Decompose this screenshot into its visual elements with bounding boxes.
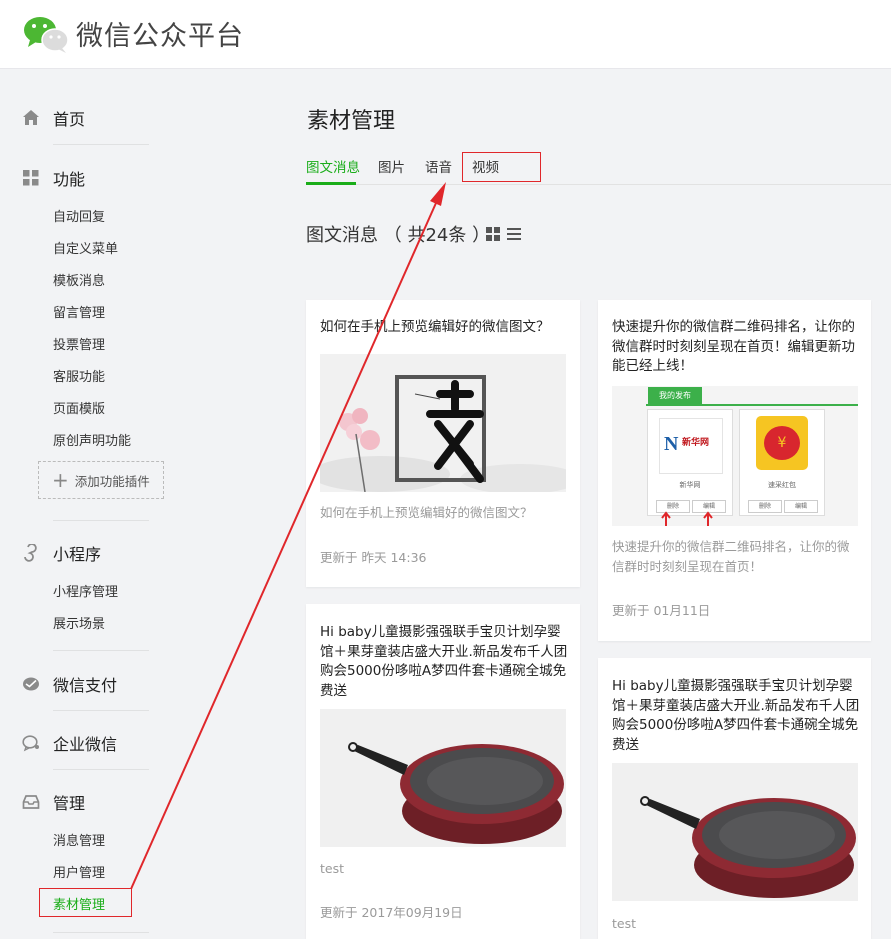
sidebar-section-label: 功能 — [53, 170, 86, 189]
divider — [53, 769, 149, 770]
article-card[interactable]: 快速提升你的微信群二维码排名，让你的微信群时时刻刻呈现在首页！编辑更新功能已经上… — [598, 300, 871, 641]
sidebar: 首页 功能 自动回复 自定义菜单 模板消息 留言管理 投票管理 客服功能 页面模… — [0, 69, 170, 939]
list-view-icon[interactable] — [507, 228, 521, 240]
tab-images[interactable]: 图片 — [378, 156, 405, 176]
add-plugin-label: 添加功能插件 — [74, 473, 150, 489]
sidebar-item-wework[interactable]: 企业微信 — [22, 731, 117, 755]
page-title: 素材管理 — [307, 109, 396, 134]
add-plugin-button[interactable]: + 添加功能插件 — [38, 461, 164, 499]
screenshot-item-box: ¥ 速采红包 删除 编辑 — [739, 409, 825, 516]
wechat-logo-icon[interactable] — [22, 14, 70, 54]
frying-pan-image — [320, 709, 566, 847]
news-logo-text: 新华网 — [682, 438, 710, 448]
sidebar-item-customer-service[interactable]: 客服功能 — [53, 366, 105, 385]
wework-icon — [22, 735, 39, 752]
sidebar-section-manage[interactable]: 管理 — [22, 790, 85, 814]
card-title: Hi baby儿童摄影强强联手宝贝计划孕婴馆＋果芽童装店盛大开业.新品发布千人团… — [320, 624, 568, 699]
sidebar-section-label: 管理 — [53, 794, 86, 813]
tab-active-indicator — [306, 182, 356, 185]
card-description: test — [320, 861, 345, 876]
annotation-highlight-box — [39, 888, 132, 917]
screenshot-item-label: 新华网 — [679, 481, 701, 489]
divider — [53, 144, 149, 145]
app-title: 微信公众平台 — [76, 21, 244, 52]
lotus-ink-image — [320, 354, 566, 492]
frying-pan-image — [612, 763, 858, 901]
app-screenshot-image: 我的发布 N 新华网 新华网 删除 编辑 ¥ 速采红包 删除 编辑 — [612, 386, 858, 526]
card-description: test — [612, 916, 637, 931]
top-header: 微信公众平台 — [0, 0, 891, 69]
sidebar-item-wechat-pay[interactable]: 微信支付 — [22, 672, 117, 696]
plus-icon: + — [52, 468, 69, 492]
card-title: 快速提升你的微信群二维码排名，让你的微信群时时刻刻呈现在首页！编辑更新功能已经上… — [612, 319, 855, 374]
sidebar-item-custom-menu[interactable]: 自定义菜单 — [53, 238, 118, 257]
screenshot-item-label: 速采红包 — [768, 481, 796, 489]
wechat-pay-icon — [23, 677, 39, 691]
article-card[interactable]: Hi baby儿童摄影强强联手宝贝计划孕婴馆＋果芽童装店盛大开业.新品发布千人团… — [598, 658, 871, 939]
sidebar-item-home[interactable]: 首页 — [22, 106, 85, 130]
tabs-divider — [307, 184, 891, 185]
miniprogram-icon — [24, 544, 37, 562]
sidebar-item-miniprogram-manage[interactable]: 小程序管理 — [53, 581, 118, 600]
grid-icon — [23, 170, 39, 186]
card-date: 更新于 01月11日 — [612, 603, 711, 618]
sidebar-item-label: 企业微信 — [53, 735, 118, 754]
grid-view-icon[interactable] — [486, 227, 500, 241]
red-packet-icon: ¥ — [764, 426, 800, 460]
sidebar-item-user-manage[interactable]: 用户管理 — [53, 862, 105, 881]
sidebar-section-features[interactable]: 功能 — [22, 166, 85, 190]
inbox-icon — [22, 795, 40, 809]
divider — [53, 650, 149, 651]
article-card[interactable]: Hi baby儿童摄影强强联手宝贝计划孕婴馆＋果芽童装店盛大开业.新品发布千人团… — [306, 604, 580, 939]
home-icon — [23, 110, 39, 125]
article-card[interactable]: 如何在手机上预览编辑好的微信图文？ 如何在手机上预览编辑好的微信图文？ 更新于 … — [306, 300, 580, 587]
divider — [53, 710, 149, 711]
sidebar-item-page-template[interactable]: 页面模版 — [53, 398, 105, 417]
annotation-highlight-box — [462, 152, 541, 182]
sidebar-item-auto-reply[interactable]: 自动回复 — [53, 206, 105, 225]
divider — [53, 520, 149, 521]
card-description: 快速提升你的微信群二维码排名，让你的微信群时时刻刻呈现在首页！ — [612, 539, 850, 574]
tab-voice[interactable]: 语音 — [425, 156, 452, 176]
sidebar-section-label: 小程序 — [53, 545, 102, 564]
card-date: 更新于 昨天 14:36 — [320, 550, 427, 565]
sidebar-item-label: 首页 — [53, 110, 86, 129]
card-title: 如何在手机上预览编辑好的微信图文？ — [320, 319, 550, 335]
news-logo: N — [664, 433, 679, 455]
screenshot-tab: 我的发布 — [648, 387, 702, 404]
sidebar-item-display-scene[interactable]: 展示场景 — [53, 613, 105, 632]
screenshot-red-arrows — [661, 511, 713, 526]
tab-news[interactable]: 图文消息 — [306, 156, 360, 176]
sidebar-item-template-message[interactable]: 模板消息 — [53, 270, 105, 289]
card-date: 更新于 2017年09月19日 — [320, 905, 463, 920]
sidebar-item-voting[interactable]: 投票管理 — [53, 334, 105, 353]
card-title: Hi baby儿童摄影强强联手宝贝计划孕婴馆＋果芽童装店盛大开业.新品发布千人团… — [612, 678, 860, 753]
section-title: 图文消息 （ 共24条 ） — [306, 225, 491, 246]
sidebar-item-comments[interactable]: 留言管理 — [53, 302, 105, 321]
screenshot-item-box: N 新华网 新华网 删除 编辑 — [647, 409, 733, 516]
divider — [53, 932, 149, 933]
sidebar-item-original-claim[interactable]: 原创声明功能 — [53, 430, 131, 449]
sidebar-section-miniprogram[interactable]: 小程序 — [22, 541, 101, 565]
sidebar-item-label: 微信支付 — [53, 676, 118, 695]
card-description: 如何在手机上预览编辑好的微信图文？ — [320, 505, 533, 520]
sidebar-item-message-manage[interactable]: 消息管理 — [53, 830, 105, 849]
